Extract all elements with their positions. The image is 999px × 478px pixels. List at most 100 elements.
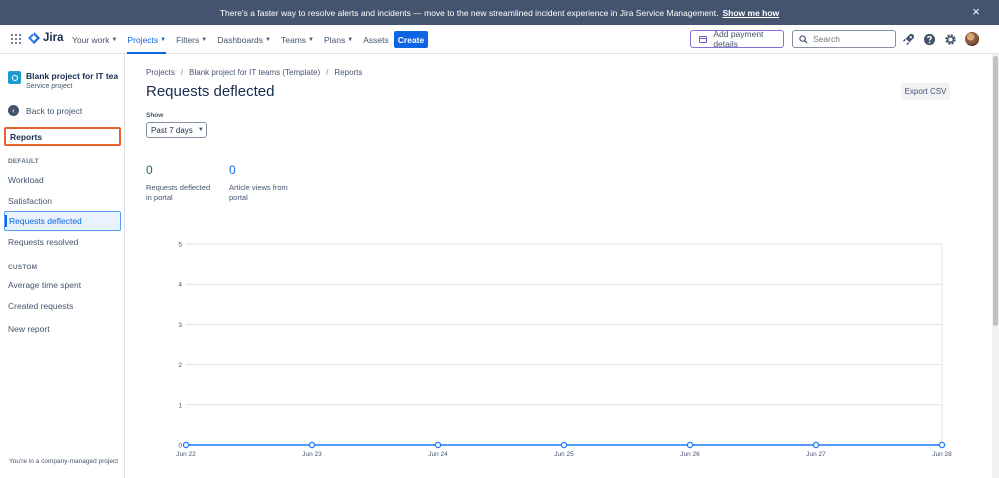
data-point: [812, 441, 820, 449]
project-sidebar: Blank project for IT teams... Service pr…: [0, 54, 125, 478]
back-to-project-label: Back to project: [26, 105, 83, 116]
sidebar-item-reports[interactable]: Reports: [4, 127, 121, 146]
chevron-down-icon: ▼: [347, 36, 354, 43]
y-tick-label: 2: [178, 362, 182, 369]
credit-card-icon: [699, 35, 708, 43]
x-tick-label: Jun 24: [428, 451, 448, 458]
sidebar-item-created-requests[interactable]: Created requests: [4, 296, 121, 315]
y-tick-label: 0: [178, 443, 182, 450]
stat-value: 0: [146, 163, 153, 177]
stat-label: Requests deflected in portal: [146, 183, 211, 202]
requests-deflected-chart: 0 1 2 3 4 5 Jun 22 Jun 23 Jun 24 Jun 25 Jun 26 Jun …: [176, 242, 952, 459]
sidebar-item-workload[interactable]: Workload: [4, 170, 121, 189]
add-payment-details-label: Add payment details: [713, 29, 764, 49]
y-tick-label: 4: [178, 282, 182, 289]
project-type: Service project: [26, 83, 73, 90]
time-range-value: Past 7 days: [151, 125, 193, 135]
nav-item-your-work[interactable]: Your work ▼: [72, 25, 117, 54]
breadcrumb-projects[interactable]: Projects: [146, 68, 175, 77]
x-tick-label: Jun 25: [554, 451, 574, 458]
sidebar-item-requests-deflected[interactable]: Requests deflected: [4, 211, 121, 231]
x-tick-label: Jun 26: [680, 451, 700, 458]
stat-article-views: 0 Article views from portal: [229, 163, 295, 203]
nav-item-assets[interactable]: Assets: [363, 25, 389, 54]
search-input[interactable]: [813, 34, 893, 44]
nav-item-label: Projects: [127, 34, 159, 45]
default-section-label: DEFAULT: [8, 158, 39, 165]
new-report-link[interactable]: New report: [4, 319, 121, 338]
banner-show-me-how-link[interactable]: Show me how: [722, 8, 779, 18]
close-icon[interactable]: ×: [970, 5, 982, 18]
scrollbar-thumb[interactable]: [993, 56, 998, 326]
y-tick-label: 5: [178, 242, 182, 249]
jira-logo[interactable]: Jira: [28, 32, 63, 44]
settings-gear-icon[interactable]: [944, 33, 957, 46]
data-point: [182, 441, 190, 449]
stat-value: 0: [229, 163, 236, 177]
x-tick-label: Jun 23: [302, 451, 322, 458]
data-point: [308, 441, 316, 449]
data-point: [686, 441, 694, 449]
page-scrollbar[interactable]: [992, 54, 999, 478]
app-switcher-icon[interactable]: [11, 34, 21, 44]
chevron-down-icon: ▼: [197, 127, 204, 133]
x-tick-label: Jun 28: [932, 451, 952, 458]
custom-section-label: CUSTOM: [8, 264, 38, 271]
y-tick-label: 1: [178, 402, 182, 409]
help-icon[interactable]: [923, 33, 936, 46]
announcement-banner: There's a faster way to resolve alerts a…: [0, 0, 999, 25]
nav-item-label: Your work: [72, 34, 110, 45]
chevron-down-icon: ▼: [201, 36, 208, 43]
stat-requests-deflected: 0 Requests deflected in portal: [146, 163, 212, 203]
breadcrumb-separator: /: [180, 68, 184, 77]
back-to-project-link[interactable]: ‹ Back to project: [8, 105, 82, 116]
nav-item-label: Assets: [363, 34, 389, 45]
data-point: [434, 441, 442, 449]
nav-item-teams[interactable]: Teams ▼: [281, 25, 314, 54]
x-tick-label: Jun 27: [806, 451, 826, 458]
sidebar-item-satisfaction[interactable]: Satisfaction: [4, 191, 121, 210]
nav-item-plans[interactable]: Plans ▼: [324, 25, 353, 54]
y-tick-label: 3: [178, 322, 182, 329]
chevron-down-icon: ▼: [265, 36, 271, 43]
project-avatar-icon: [8, 71, 21, 84]
nav-item-label: Teams: [281, 34, 307, 45]
data-point: [560, 441, 568, 449]
banner-message: There's a faster way to resolve alerts a…: [219, 7, 719, 18]
x-tick-label: Jun 22: [176, 451, 196, 458]
breadcrumb-reports[interactable]: Reports: [334, 68, 362, 77]
nav-item-label: Dashboards: [217, 34, 264, 45]
breadcrumb-project[interactable]: Blank project for IT teams (Template): [189, 68, 320, 77]
company-managed-note: You're in a company-managed project: [9, 458, 119, 465]
add-payment-details-button[interactable]: Add payment details: [690, 29, 784, 49]
jira-logo-icon: [28, 32, 40, 44]
breadcrumb: Projects / Blank project for IT teams (T…: [146, 68, 362, 77]
search-icon: [799, 34, 808, 44]
sidebar-item-average-time-spent[interactable]: Average time spent: [4, 275, 121, 294]
notifications-rocket-icon[interactable]: [902, 33, 915, 46]
nav-item-filters[interactable]: Filters ▼: [176, 25, 207, 54]
chevron-down-icon: ▼: [160, 36, 167, 43]
nav-items: Your work ▼ Projects ▼ Filters ▼ Dashboards ▼ Te…: [72, 25, 436, 54]
time-range-select[interactable]: Past 7 days ▼: [146, 122, 207, 138]
search-box[interactable]: [792, 30, 896, 48]
breadcrumb-separator: /: [326, 68, 329, 77]
export-csv-button[interactable]: Export CSV: [901, 83, 950, 100]
user-avatar[interactable]: [965, 32, 979, 46]
jira-logo-text: Jira: [43, 32, 64, 44]
arrow-left-icon: ‹: [8, 105, 19, 116]
top-navigation: Jira Your work ▼ Projects ▼ Filters ▼ Dashboar…: [0, 25, 999, 54]
create-button[interactable]: Create: [394, 31, 428, 48]
chevron-down-icon: ▼: [111, 36, 118, 43]
page-title: Requests deflected: [146, 83, 275, 100]
nav-item-label: Plans: [324, 34, 346, 45]
data-point: [938, 441, 946, 449]
nav-item-projects[interactable]: Projects ▼: [127, 25, 166, 54]
chevron-down-icon: ▼: [308, 36, 314, 43]
nav-item-dashboards[interactable]: Dashboards ▼: [217, 25, 271, 54]
sidebar-item-requests-resolved[interactable]: Requests resolved: [4, 232, 121, 251]
project-header[interactable]: Blank project for IT teams... Service pr…: [8, 71, 118, 90]
nav-item-label: Filters: [176, 34, 200, 45]
stat-label: Article views from portal: [229, 183, 288, 202]
project-name: Blank project for IT teams...: [26, 71, 118, 81]
